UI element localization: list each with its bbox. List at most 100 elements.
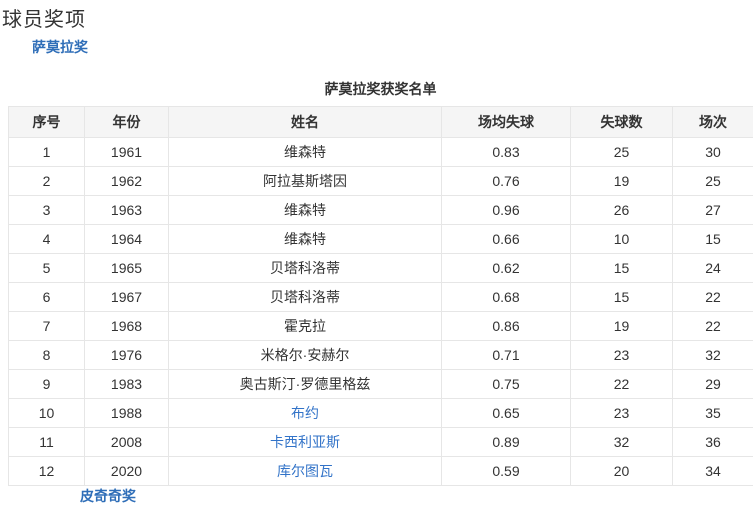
cell-year: 1967: [85, 283, 169, 312]
table-row: 31963维森特0.962627: [9, 196, 753, 225]
cell-matches: 35: [673, 399, 753, 428]
cell-name: 维森特: [169, 196, 442, 225]
cell-year: 2008: [85, 428, 169, 457]
column-header-2: 姓名: [169, 107, 442, 138]
cell-conceded: 19: [571, 167, 673, 196]
cell-no: 7: [9, 312, 85, 341]
table-row: 81976米格尔·安赫尔0.712332: [9, 341, 753, 370]
cell-name: 卡西利亚斯: [169, 428, 442, 457]
cell-avg-conceded: 0.89: [442, 428, 571, 457]
table-row: 61967贝塔科洛蒂0.681522: [9, 283, 753, 312]
award-table-section: 萨莫拉奖获奖名单 序号年份姓名场均失球失球数场次 11961维森特0.83253…: [8, 80, 753, 486]
table-row: 91983奥古斯汀·罗德里格兹0.752229: [9, 370, 753, 399]
cell-conceded: 32: [571, 428, 673, 457]
cell-name: 贝塔科洛蒂: [169, 283, 442, 312]
cell-name: 维森特: [169, 225, 442, 254]
player-name-link[interactable]: 布约: [291, 405, 319, 421]
cell-year: 1983: [85, 370, 169, 399]
cell-no: 11: [9, 428, 85, 457]
table-row: 21962阿拉基斯塔因0.761925: [9, 167, 753, 196]
cell-avg-conceded: 0.71: [442, 341, 571, 370]
cell-name: 维森特: [169, 138, 442, 167]
cell-avg-conceded: 0.76: [442, 167, 571, 196]
cell-avg-conceded: 0.65: [442, 399, 571, 428]
cell-conceded: 15: [571, 283, 673, 312]
cell-avg-conceded: 0.66: [442, 225, 571, 254]
player-name-link[interactable]: 库尔图瓦: [277, 463, 333, 479]
table-title: 萨莫拉奖获奖名单: [8, 80, 753, 98]
cell-matches: 32: [673, 341, 753, 370]
cell-year: 1965: [85, 254, 169, 283]
cell-avg-conceded: 0.68: [442, 283, 571, 312]
award-section-link[interactable]: 萨莫拉奖: [32, 37, 88, 57]
table-row: 101988 布约 0.652335: [9, 399, 753, 428]
table-row: 122020 库尔图瓦 0.592034: [9, 457, 753, 486]
next-award-link-partial[interactable]: 皮奇奇奖: [80, 486, 136, 506]
column-header-0: 序号: [9, 107, 85, 138]
table-row: 71968霍克拉0.861922: [9, 312, 753, 341]
cell-no: 4: [9, 225, 85, 254]
cell-avg-conceded: 0.83: [442, 138, 571, 167]
cell-matches: 36: [673, 428, 753, 457]
cell-name: 贝塔科洛蒂: [169, 254, 442, 283]
cell-name: 奥古斯汀·罗德里格兹: [169, 370, 442, 399]
cell-no: 5: [9, 254, 85, 283]
table-header-row: 序号年份姓名场均失球失球数场次: [9, 107, 753, 138]
cell-matches: 30: [673, 138, 753, 167]
cell-year: 1963: [85, 196, 169, 225]
cell-matches: 22: [673, 312, 753, 341]
cell-conceded: 23: [571, 399, 673, 428]
cell-no: 9: [9, 370, 85, 399]
cell-matches: 25: [673, 167, 753, 196]
cell-matches: 27: [673, 196, 753, 225]
cell-name: 布约: [169, 399, 442, 428]
table-row: 11961维森特0.832530: [9, 138, 753, 167]
cell-year: 1964: [85, 225, 169, 254]
cell-avg-conceded: 0.62: [442, 254, 571, 283]
cell-matches: 15: [673, 225, 753, 254]
cell-no: 6: [9, 283, 85, 312]
cell-year: 1962: [85, 167, 169, 196]
table-header: 序号年份姓名场均失球失球数场次: [9, 107, 753, 138]
cell-name: 库尔图瓦: [169, 457, 442, 486]
cell-no: 2: [9, 167, 85, 196]
cell-name: 霍克拉: [169, 312, 442, 341]
cell-no: 1: [9, 138, 85, 167]
table-row: 41964维森特0.661015: [9, 225, 753, 254]
cell-conceded: 25: [571, 138, 673, 167]
cell-matches: 22: [673, 283, 753, 312]
cell-year: 1988: [85, 399, 169, 428]
cell-conceded: 19: [571, 312, 673, 341]
table-row: 112008 卡西利亚斯 0.893236: [9, 428, 753, 457]
cell-no: 8: [9, 341, 85, 370]
column-header-5: 场次: [673, 107, 753, 138]
award-winners-table: 序号年份姓名场均失球失球数场次 11961维森特0.83253021962阿拉基…: [8, 106, 753, 486]
cell-conceded: 22: [571, 370, 673, 399]
cell-avg-conceded: 0.75: [442, 370, 571, 399]
cell-matches: 29: [673, 370, 753, 399]
column-header-4: 失球数: [571, 107, 673, 138]
cell-no: 3: [9, 196, 85, 225]
cell-avg-conceded: 0.86: [442, 312, 571, 341]
page-title: 球员奖项: [2, 3, 86, 32]
cell-matches: 34: [673, 457, 753, 486]
table-row: 51965贝塔科洛蒂0.621524: [9, 254, 753, 283]
table-body: 11961维森特0.83253021962阿拉基斯塔因0.76192531963…: [9, 138, 753, 486]
cell-year: 1976: [85, 341, 169, 370]
cell-conceded: 23: [571, 341, 673, 370]
cell-conceded: 20: [571, 457, 673, 486]
cell-year: 1961: [85, 138, 169, 167]
cell-conceded: 26: [571, 196, 673, 225]
player-name-link[interactable]: 卡西利亚斯: [270, 434, 340, 450]
cell-year: 2020: [85, 457, 169, 486]
cell-no: 10: [9, 399, 85, 428]
cell-avg-conceded: 0.96: [442, 196, 571, 225]
cell-avg-conceded: 0.59: [442, 457, 571, 486]
column-header-1: 年份: [85, 107, 169, 138]
cell-conceded: 15: [571, 254, 673, 283]
cell-matches: 24: [673, 254, 753, 283]
column-header-3: 场均失球: [442, 107, 571, 138]
cell-no: 12: [9, 457, 85, 486]
cell-conceded: 10: [571, 225, 673, 254]
cell-year: 1968: [85, 312, 169, 341]
